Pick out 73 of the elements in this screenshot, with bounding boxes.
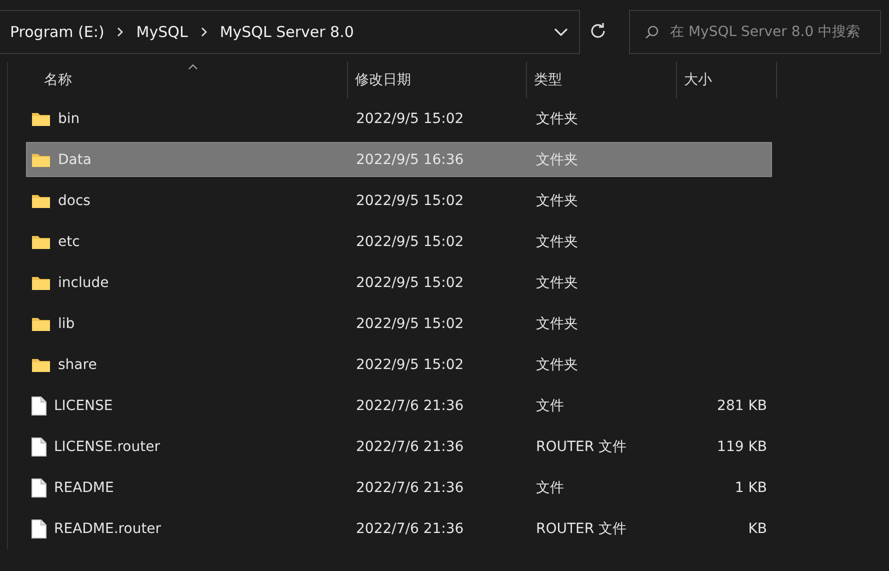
folder-icon	[31, 234, 51, 250]
refresh-icon	[588, 22, 607, 40]
folder-icon	[31, 356, 51, 372]
file-name: bin	[58, 110, 80, 126]
folder-icon	[31, 316, 51, 332]
file-row[interactable]: etc 2022/9/5 15:02 文件夹	[26, 221, 772, 262]
folder-icon	[31, 110, 51, 126]
folder-icon	[31, 192, 51, 208]
file-row[interactable]: lib 2022/9/5 15:02 文件夹	[26, 303, 772, 344]
folder-icon	[31, 152, 51, 168]
search-icon	[645, 25, 659, 39]
table-cell-text: 文件夹	[535, 232, 579, 250]
breadcrumb[interactable]: MySQL Server 8.0	[220, 23, 354, 41]
file-row[interactable]: README.router 2022/7/6 21:36 ROUTER 文件 KB	[26, 508, 772, 549]
table-cell: 119 KB	[717, 438, 767, 454]
table-cell-text: 文件	[535, 396, 565, 414]
table-cell-text: 文件夹	[535, 314, 579, 332]
table-cell-text: 2022/7/6 21:36	[355, 438, 465, 454]
file-icon	[31, 436, 47, 456]
table-cell-text: 2022/7/6 21:36	[355, 520, 465, 536]
file-row[interactable]: Data 2022/9/5 16:36 文件夹	[26, 142, 772, 177]
file-icon	[31, 478, 47, 498]
file-name: docs	[58, 192, 90, 208]
file-name: Data	[58, 152, 92, 168]
table-cell: 281 KB	[717, 398, 767, 414]
caret-icon	[554, 27, 568, 37]
chevron-icon	[116, 26, 124, 38]
file-name: LICENSE	[54, 398, 113, 414]
table-cell: KB	[748, 520, 767, 536]
table-cell-text: 2022/9/5 15:02	[355, 356, 465, 372]
table-cell-text: 文件夹	[535, 192, 579, 210]
table-cell-text: ROUTER 文件	[535, 520, 628, 538]
address-bar[interactable]: Program (E:) MySQL MySQL Server 8.0	[0, 10, 580, 54]
table-cell-text: ROUTER 文件	[535, 438, 628, 456]
table-cell-text: 2022/7/6 21:36	[355, 398, 465, 414]
file-name: include	[58, 274, 109, 290]
column-header[interactable]: 修改日期	[348, 62, 527, 98]
table-cell-text: 2022/9/5 15:02	[355, 110, 465, 126]
table-cell-text: 2022/9/5 15:02	[355, 234, 465, 250]
table-cell-text: 2022/9/5 15:02	[355, 316, 465, 332]
table-cell: 1 KB	[734, 480, 767, 496]
file-name: LICENSE.router	[54, 438, 160, 454]
table-cell-text: 2022/9/5 16:36	[355, 152, 465, 168]
file-row[interactable]: docs 2022/9/5 15:02 文件夹	[26, 180, 772, 221]
search-field[interactable]: 在 MySQL Server 8.0 中搜索	[629, 10, 881, 54]
chevron-icon	[200, 26, 208, 38]
file-row[interactable]: share 2022/9/5 15:02 文件夹	[26, 344, 772, 385]
file-row[interactable]: bin 2022/9/5 15:02 文件夹	[26, 98, 772, 139]
table-cell-text: 2022/7/6 21:36	[355, 480, 465, 496]
table-cell-text: 文件夹	[535, 274, 579, 292]
table-cell-text: 文件夹	[535, 356, 579, 374]
file-name: README	[54, 480, 114, 496]
table-cell-text: 文件夹	[535, 110, 579, 128]
table-cell-text: 文件夹	[535, 150, 579, 168]
file-icon	[31, 396, 47, 416]
file-name: share	[58, 356, 97, 372]
file-row[interactable]: LICENSE 2022/7/6 21:36 文件 281 KB	[26, 385, 772, 426]
file-row[interactable]: README 2022/7/6 21:36 文件 1 KB	[26, 467, 772, 508]
folder-icon	[31, 274, 51, 290]
file-name: etc	[58, 234, 80, 250]
table-cell-text: 2022/9/5 15:02	[355, 192, 465, 208]
breadcrumb[interactable]: Program (E:)	[10, 23, 104, 41]
column-header[interactable]: 名称	[8, 62, 348, 98]
table-cell-text: 文件	[535, 478, 565, 496]
column-header[interactable]: 大小	[677, 62, 777, 98]
file-icon	[31, 518, 47, 538]
breadcrumb[interactable]: MySQL	[136, 23, 188, 41]
table-cell-text: 2022/9/5 15:02	[355, 274, 465, 290]
file-row[interactable]: LICENSE.router 2022/7/6 21:36 ROUTER 文件 119 KB	[26, 426, 772, 467]
file-name: README.router	[54, 520, 162, 536]
column-header[interactable]: 类型	[527, 62, 677, 98]
file-row[interactable]: include 2022/9/5 15:02 文件夹	[26, 262, 772, 303]
file-name: lib	[58, 316, 75, 332]
